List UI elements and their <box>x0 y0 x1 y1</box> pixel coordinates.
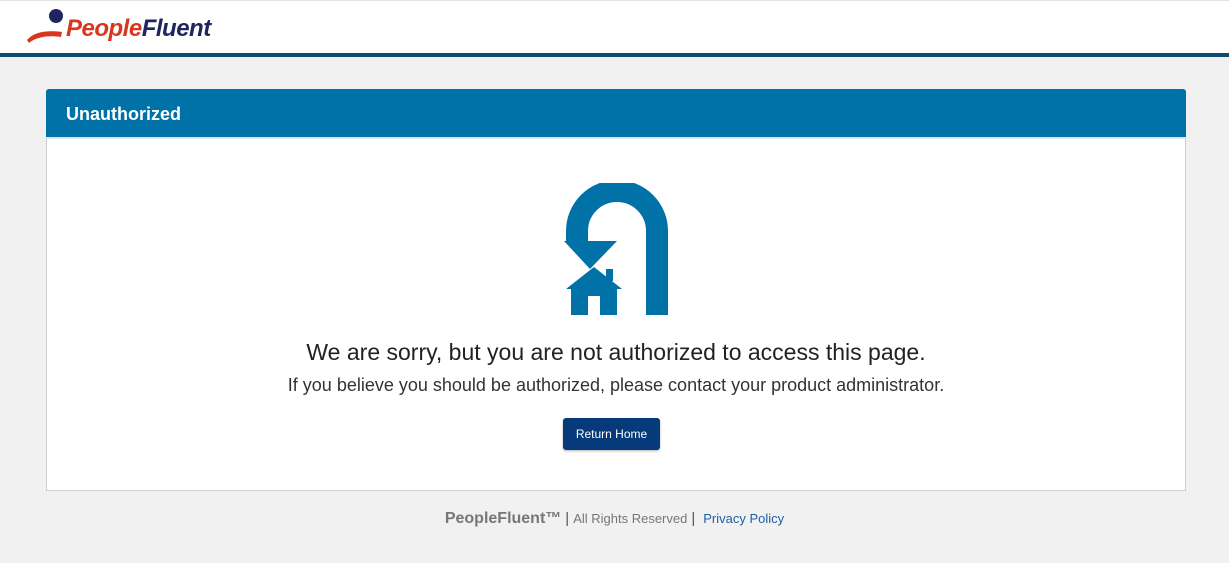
footer-rights: All Rights Reserved <box>573 511 688 526</box>
unauthorized-message: We are sorry, but you are not authorized… <box>306 339 926 365</box>
panel-header: Unauthorized <box>46 89 1186 139</box>
contact-admin-message: If you believe you should be authorized,… <box>287 375 945 395</box>
logo-wordmark: PeopleFluent <box>66 15 211 43</box>
return-home-icon <box>564 183 668 315</box>
footer-brand: PeopleFluent™ <box>444 510 562 527</box>
unauthorized-panel: Unauthorized We are sorry, but you are n… <box>46 89 1186 491</box>
logo-mark-icon <box>27 9 63 43</box>
privacy-policy-link[interactable]: Privacy Policy <box>703 511 784 526</box>
page-footer: PeopleFluent™ | All Rights Reserved | Privac… <box>0 508 1229 530</box>
panel-title: Unauthorized <box>66 104 181 124</box>
top-header: PeopleFluent <box>0 0 1229 53</box>
logo-word-people: People <box>66 15 142 42</box>
return-home-button[interactable]: Return Home <box>563 418 660 450</box>
header-divider <box>0 53 1229 57</box>
footer-separator: | <box>565 510 570 527</box>
peoplefluent-logo[interactable]: PeopleFluent <box>26 8 216 46</box>
footer-separator: | <box>691 510 696 527</box>
logo-word-fluent: Fluent <box>141 15 212 42</box>
